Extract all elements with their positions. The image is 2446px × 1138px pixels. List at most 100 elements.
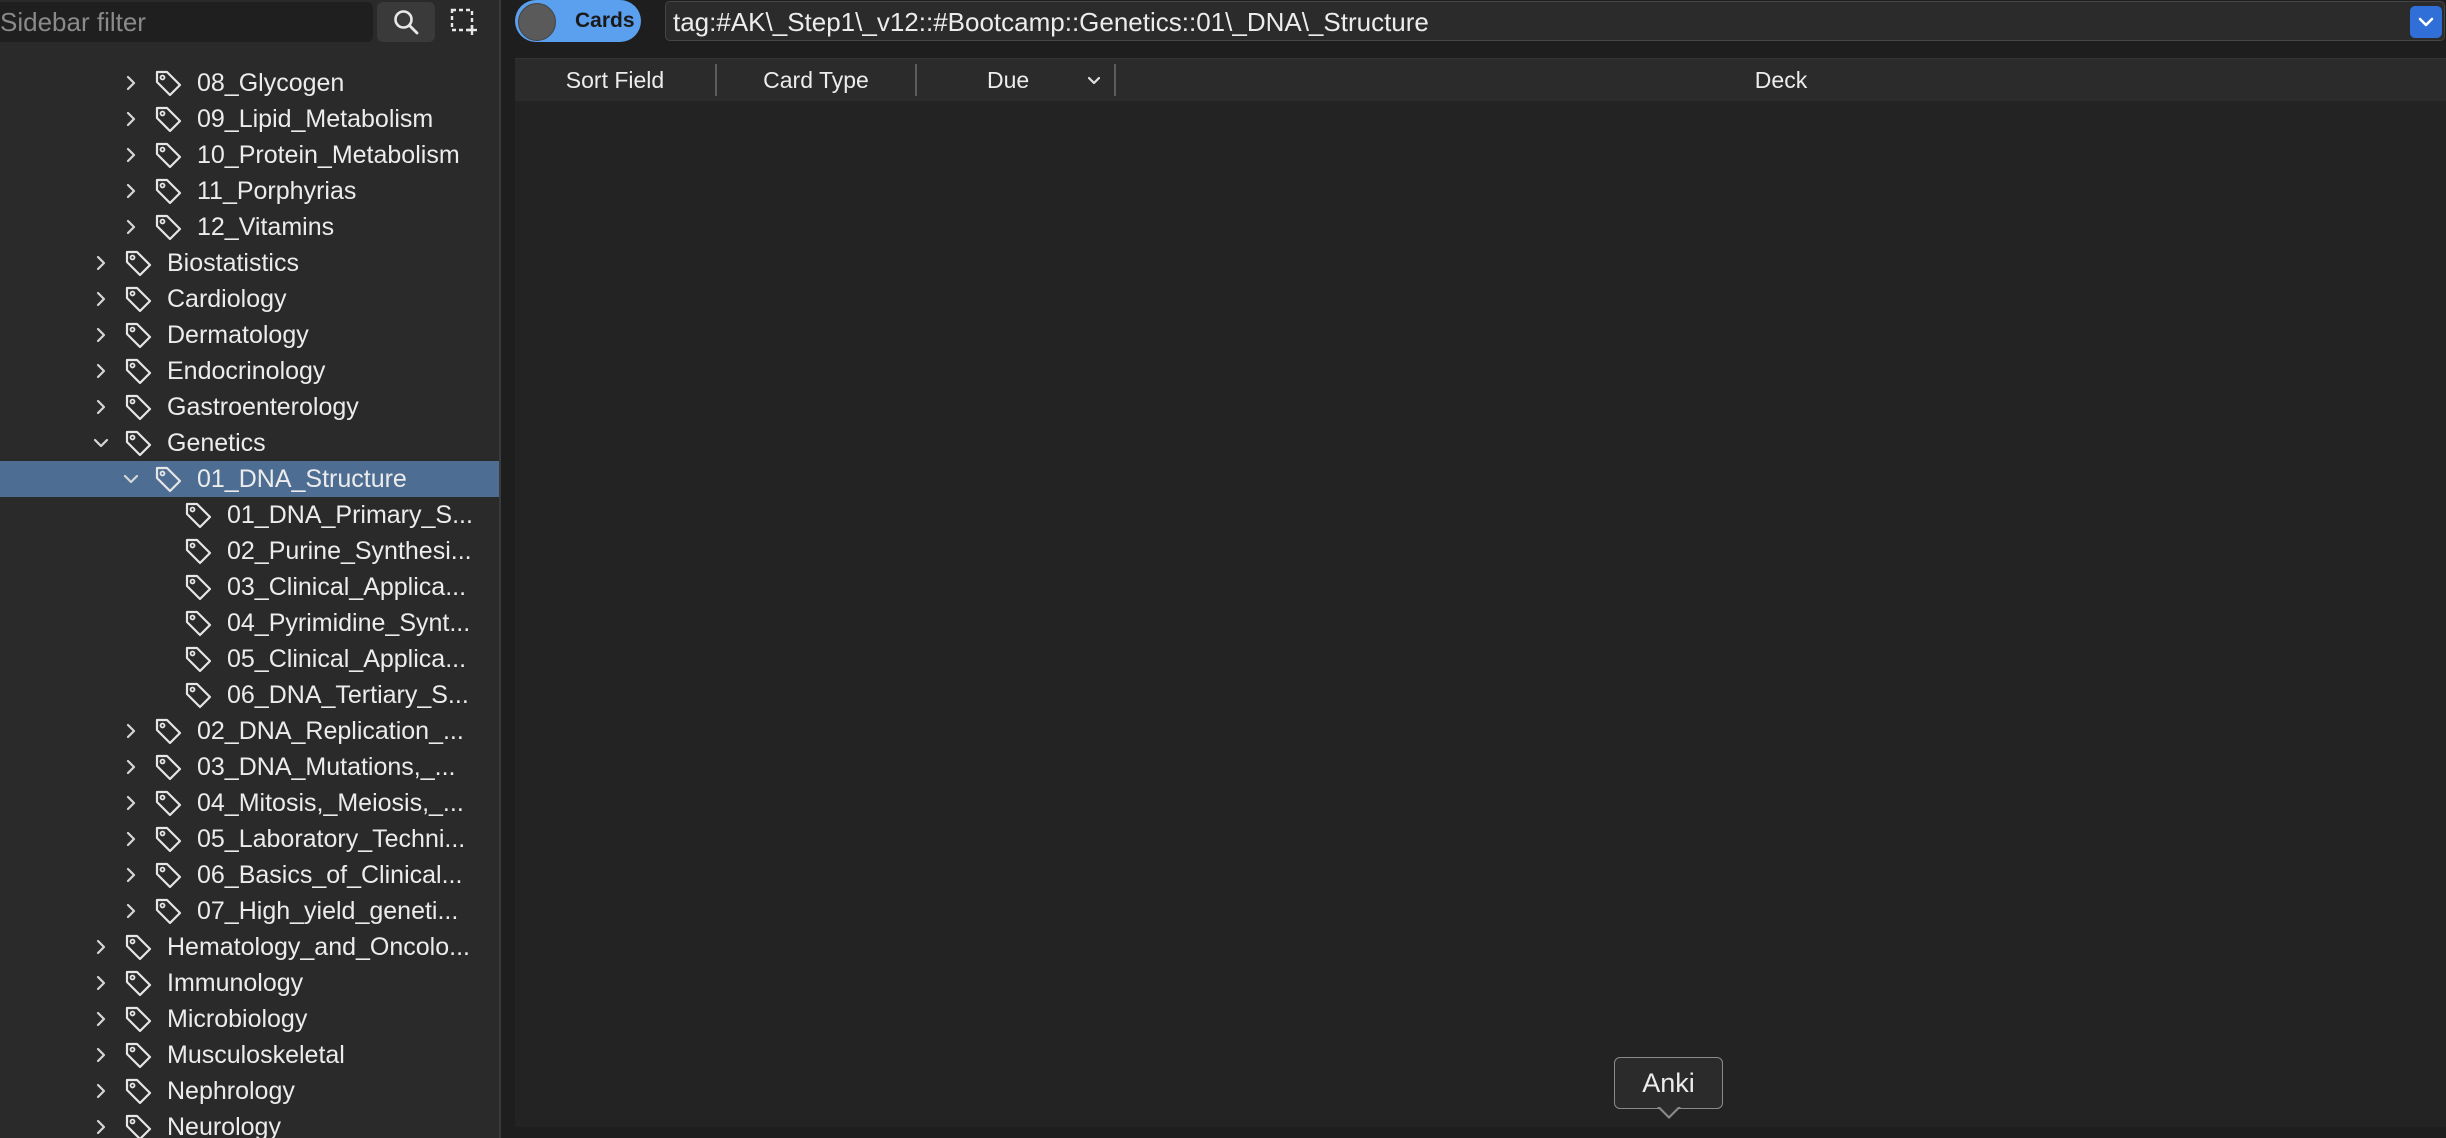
sidebar-tree-item[interactable]: 04_Pyrimidine_Synt... xyxy=(0,605,499,641)
sidebar-tree-item[interactable]: 01_DNA_Structure xyxy=(0,461,499,497)
search-icon xyxy=(394,10,419,35)
chevron-right-icon[interactable] xyxy=(121,829,141,849)
sidebar-tree-item-label: 11_Porphyrias xyxy=(197,176,357,205)
chevron-right-icon[interactable] xyxy=(91,1009,111,1029)
chevron-right-icon[interactable] xyxy=(91,1081,111,1101)
chevron-right-icon[interactable] xyxy=(91,253,111,273)
column-header-deck[interactable]: Deck xyxy=(1116,59,2446,101)
chevron-down-icon[interactable] xyxy=(121,469,141,489)
sidebar-tree-item[interactable]: Biostatistics xyxy=(0,245,499,281)
chevron-right-icon[interactable] xyxy=(121,181,141,201)
chevron-right-icon[interactable] xyxy=(121,793,141,813)
sidebar-tree-item[interactable]: 05_Clinical_Applica... xyxy=(0,641,499,677)
sidebar-tree-item-label: 05_Clinical_Applica... xyxy=(227,644,467,673)
sidebar-tree-item-label: 04_Mitosis,_Meiosis,_... xyxy=(197,788,464,817)
chevron-right-icon[interactable] xyxy=(121,217,141,237)
tag-icon xyxy=(182,535,214,567)
sidebar-tree-item[interactable]: Musculoskeletal xyxy=(0,1037,499,1073)
column-header-card-type[interactable]: Card Type xyxy=(717,59,915,101)
chevron-right-icon[interactable] xyxy=(91,1045,111,1065)
sidebar-tree-item[interactable]: 11_Porphyrias xyxy=(0,173,499,209)
chevron-right-icon[interactable] xyxy=(121,901,141,921)
sidebar-tree-item-label: Microbiology xyxy=(167,1004,308,1033)
sidebar-tree-item[interactable]: Genetics xyxy=(0,425,499,461)
tag-icon xyxy=(152,211,184,243)
sidebar-search-button[interactable] xyxy=(377,2,435,42)
sidebar-tree-item[interactable]: Nephrology xyxy=(0,1073,499,1109)
sidebar-tree-item[interactable]: Hematology_and_Oncolo... xyxy=(0,929,499,965)
sidebar-tree-item[interactable]: 01_DNA_Primary_S... xyxy=(0,497,499,533)
sidebar-tree-item[interactable]: 12_Vitamins xyxy=(0,209,499,245)
chevron-right-icon[interactable] xyxy=(121,73,141,93)
tag-icon xyxy=(122,931,154,963)
sidebar-tree-item[interactable]: Gastroenterology xyxy=(0,389,499,425)
sidebar-tree: 08_Glycogen 09_Lipid_Metabolism 10_Protein… xyxy=(0,65,499,1138)
browser-window: 08_Glycogen 09_Lipid_Metabolism 10_Protein… xyxy=(0,0,2446,1138)
sidebar-tree-item-label: 03_Clinical_Applica... xyxy=(227,572,467,601)
chevron-right-icon[interactable] xyxy=(91,973,111,993)
tag-icon xyxy=(152,751,184,783)
chevron-right-icon[interactable] xyxy=(91,325,111,345)
chevron-right-icon[interactable] xyxy=(121,145,141,165)
tag-icon xyxy=(122,355,154,387)
sidebar-tree-item[interactable]: 10_Protein_Metabolism xyxy=(0,137,499,173)
sidebar-tree-item-label: Hematology_and_Oncolo... xyxy=(167,932,470,961)
sidebar-tree-item[interactable]: 05_Laboratory_Techni... xyxy=(0,821,499,857)
search-query-text[interactable]: tag:#AK\_Step1\_v12::#Bootcamp::Genetics… xyxy=(673,7,1429,38)
sidebar-tree-item[interactable]: Endocrinology xyxy=(0,353,499,389)
sidebar-tree-item[interactable]: 07_High_yield_geneti... xyxy=(0,893,499,929)
chevron-right-icon[interactable] xyxy=(91,397,111,417)
sidebar-tree-item-label: 10_Protein_Metabolism xyxy=(197,140,460,169)
sidebar-tree-item[interactable]: Microbiology xyxy=(0,1001,499,1037)
tag-icon xyxy=(182,499,214,531)
tag-icon xyxy=(122,1111,154,1138)
tag-icon xyxy=(122,247,154,279)
tag-icon xyxy=(152,67,184,99)
chevron-right-icon[interactable] xyxy=(91,361,111,381)
tag-icon xyxy=(182,679,214,711)
column-header-due[interactable]: Due xyxy=(917,59,1101,101)
sidebar-tree-item-label: 02_Purine_Synthesi... xyxy=(227,536,472,565)
sidebar-tree-item-label: 07_High_yield_geneti... xyxy=(197,896,459,925)
sidebar-tree-item[interactable]: 09_Lipid_Metabolism xyxy=(0,101,499,137)
chevron-right-icon[interactable] xyxy=(91,1117,111,1137)
tag-icon xyxy=(152,895,184,927)
chevron-right-icon[interactable] xyxy=(121,865,141,885)
chevron-right-icon[interactable] xyxy=(121,109,141,129)
tag-icon xyxy=(152,139,184,171)
chevron-right-icon[interactable] xyxy=(91,937,111,957)
sort-chevron-down-icon xyxy=(1087,76,1101,85)
cards-notes-toggle[interactable]: Cards xyxy=(515,0,641,42)
sidebar-tree-item-label: 01_DNA_Primary_S... xyxy=(227,500,473,529)
sidebar-tree-item[interactable]: Cardiology xyxy=(0,281,499,317)
sidebar-tree-item-label: 05_Laboratory_Techni... xyxy=(197,824,466,853)
sidebar-tree-item-label: Genetics xyxy=(167,428,266,457)
sidebar-tree-item[interactable]: Neurology xyxy=(0,1109,499,1138)
chevron-down-icon[interactable] xyxy=(91,433,111,453)
sidebar-tree-item[interactable]: 03_Clinical_Applica... xyxy=(0,569,499,605)
sidebar-tree-item[interactable]: 08_Glycogen xyxy=(0,65,499,101)
tag-icon xyxy=(122,1039,154,1071)
column-header-sort-field[interactable]: Sort Field xyxy=(515,59,715,101)
search-history-dropdown[interactable] xyxy=(2410,6,2442,38)
sidebar-tree-item[interactable]: 02_DNA_Replication_... xyxy=(0,713,499,749)
sidebar-tree-item[interactable]: Immunology xyxy=(0,965,499,1001)
sidebar-tree-item-label: 06_Basics_of_Clinical... xyxy=(197,860,463,889)
sidebar-tree-item-label: Cardiology xyxy=(167,284,287,313)
tag-icon xyxy=(122,427,154,459)
sidebar-tree-item[interactable]: 06_DNA_Tertiary_S... xyxy=(0,677,499,713)
chevron-right-icon[interactable] xyxy=(91,289,111,309)
sidebar-tree-item[interactable]: 06_Basics_of_Clinical... xyxy=(0,857,499,893)
search-combobox[interactable]: tag:#AK\_Step1\_v12::#Bootcamp::Genetics… xyxy=(665,1,2445,41)
sidebar-tree-item[interactable]: 03_DNA_Mutations,_... xyxy=(0,749,499,785)
sidebar-filter-input[interactable] xyxy=(0,2,373,42)
sidebar-tree-item[interactable]: Dermatology xyxy=(0,317,499,353)
sidebar-tree-item-label: Endocrinology xyxy=(167,356,326,385)
card-table[interactable]: Sort Field Card Type Due Deck xyxy=(515,58,2446,1127)
chevron-right-icon[interactable] xyxy=(121,721,141,741)
sidebar-tree-item[interactable]: 02_Purine_Synthesi... xyxy=(0,533,499,569)
chevron-right-icon[interactable] xyxy=(121,757,141,777)
tag-icon xyxy=(122,967,154,999)
sidebar-select-button[interactable] xyxy=(435,2,493,42)
sidebar-tree-item[interactable]: 04_Mitosis,_Meiosis,_... xyxy=(0,785,499,821)
